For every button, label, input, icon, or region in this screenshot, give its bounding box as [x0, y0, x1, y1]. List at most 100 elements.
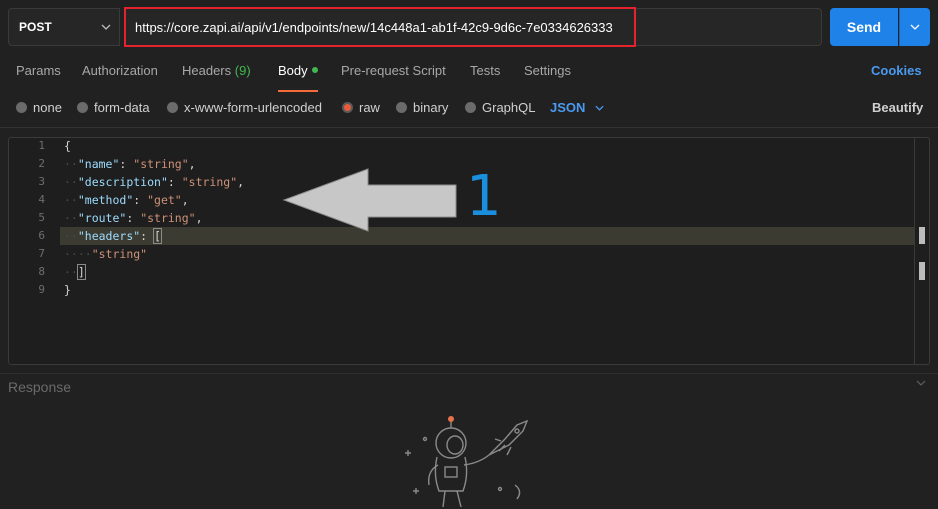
format-select[interactable]: JSON: [550, 100, 604, 115]
radio-circle: [465, 102, 476, 113]
json-key: "route": [77, 211, 127, 225]
indent-guide: ··: [64, 211, 78, 225]
json-value: "string": [133, 157, 189, 171]
tab-body[interactable]: Body: [278, 63, 318, 78]
tab-tests[interactable]: Tests: [470, 63, 500, 78]
editor-scrollbar-thumb[interactable]: [919, 227, 925, 244]
indent-guide: ··: [64, 175, 78, 189]
radio-urlencoded[interactable]: x-www-form-urlencoded: [167, 100, 322, 115]
code-token: {: [64, 139, 71, 153]
radio-circle: [16, 102, 27, 113]
editor-scrollbar-marker: [919, 262, 925, 280]
json-bracket: [: [153, 228, 162, 244]
indent-guide: ····: [64, 247, 92, 261]
line-number: 5: [38, 211, 45, 224]
divider: [0, 373, 938, 374]
json-value: "string": [91, 247, 148, 261]
cookies-link[interactable]: Cookies: [871, 63, 922, 78]
tab-authorization[interactable]: Authorization: [82, 63, 158, 78]
line-number: 2: [38, 157, 45, 170]
chevron-down-icon: [101, 24, 111, 30]
beautify-link[interactable]: Beautify: [872, 100, 923, 115]
radio-none-label: none: [33, 100, 62, 115]
indent-guide: ··: [64, 193, 78, 207]
json-key: "description": [77, 175, 168, 189]
json-comma: ,: [188, 157, 196, 171]
json-key: "method": [77, 193, 134, 207]
json-value: "string": [181, 175, 238, 189]
arrow-left-annotation: [282, 168, 457, 232]
send-button[interactable]: Send: [830, 8, 898, 46]
json-colon: :: [126, 211, 141, 225]
tab-params[interactable]: Params: [16, 63, 61, 78]
radio-none[interactable]: none: [16, 100, 62, 115]
radio-circle: [396, 102, 407, 113]
radio-form-data-label: form-data: [94, 100, 150, 115]
format-label: JSON: [550, 100, 586, 115]
send-options-button[interactable]: [899, 8, 930, 46]
json-comma: ,: [195, 211, 203, 225]
json-value: "get": [147, 193, 182, 207]
radio-circle-selected: [342, 102, 353, 113]
tab-prerequest-script[interactable]: Pre-request Script: [341, 63, 446, 78]
line-number: 3: [38, 175, 45, 188]
url-input-extension[interactable]: [636, 8, 822, 46]
line-number: 6: [38, 229, 45, 242]
method-select[interactable]: POST: [8, 8, 120, 46]
editor-scroll-track: [914, 137, 915, 365]
json-key: "headers": [77, 229, 141, 243]
tab-body-label: Body: [278, 63, 308, 78]
url-text: https://core.zapi.ai/api/v1/endpoints/ne…: [135, 19, 613, 35]
code-line: ··"name": "string",: [64, 155, 196, 173]
tab-headers[interactable]: Headers (9): [182, 63, 251, 78]
url-input[interactable]: https://core.zapi.ai/api/v1/endpoints/ne…: [124, 7, 636, 47]
line-number: 8: [38, 265, 45, 278]
json-key: "name": [77, 157, 120, 171]
chevron-down-icon: [910, 24, 920, 30]
json-colon: :: [140, 229, 155, 243]
code-line: {: [64, 137, 71, 155]
indent-guide: ··: [64, 157, 78, 171]
code-line: ····"string": [64, 245, 147, 263]
json-bracket: ]: [76, 264, 86, 280]
code-line: ··]: [64, 263, 86, 281]
tab-settings[interactable]: Settings: [524, 63, 571, 78]
line-number: 9: [38, 283, 45, 296]
active-tab-underline: [278, 90, 318, 92]
code-line: ··"description": "string",: [64, 173, 244, 191]
json-comma: ,: [181, 193, 189, 207]
annotation-number: 1: [466, 164, 502, 229]
chevron-down-icon[interactable]: [916, 380, 926, 386]
radio-form-data[interactable]: form-data: [77, 100, 150, 115]
code-line: }: [64, 281, 71, 299]
chevron-down-icon: [595, 105, 604, 111]
radio-binary-label: binary: [413, 100, 449, 115]
code-line: ··"method": "get",: [64, 191, 189, 209]
radio-circle: [167, 102, 178, 113]
radio-graphql-label: GraphQL: [482, 100, 536, 115]
indent-guide: ··: [64, 229, 78, 243]
radio-circle: [77, 102, 88, 113]
code-line: ··"route": "string",: [64, 209, 203, 227]
radio-urlencoded-label: x-www-form-urlencoded: [184, 100, 322, 115]
json-colon: :: [119, 157, 134, 171]
line-number: 1: [38, 139, 45, 152]
method-label: POST: [19, 20, 52, 34]
radio-graphql[interactable]: GraphQL: [465, 100, 535, 115]
radio-raw[interactable]: raw: [342, 100, 380, 115]
json-comma: ,: [237, 175, 245, 189]
astronaut-illustration: [405, 416, 529, 508]
radio-binary[interactable]: binary: [396, 100, 448, 115]
radio-raw-label: raw: [359, 100, 380, 115]
divider: [0, 127, 938, 128]
tab-headers-label: Headers: [182, 63, 232, 78]
indent-guide: ··: [64, 265, 78, 279]
code-line: ··"headers": [: [64, 227, 162, 245]
json-colon: :: [167, 175, 182, 189]
json-colon: :: [133, 193, 148, 207]
body-indicator-dot: [311, 67, 318, 73]
line-number: 4: [38, 193, 45, 206]
code-token: }: [64, 283, 71, 297]
line-number: 7: [38, 247, 45, 260]
headers-count-badge: (9): [234, 63, 251, 78]
